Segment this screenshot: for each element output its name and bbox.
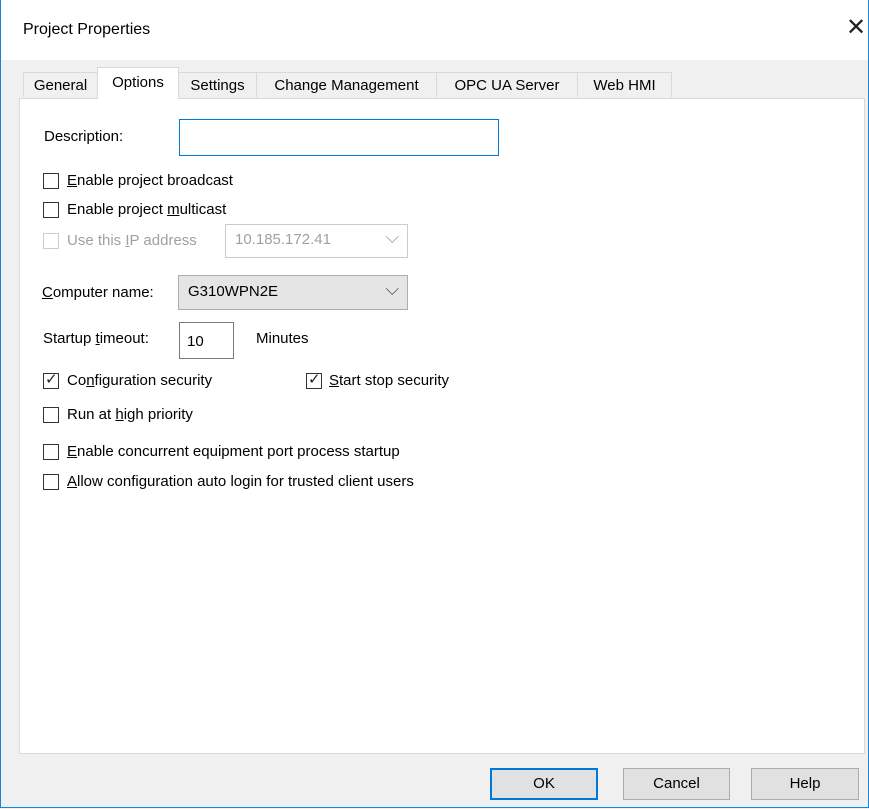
startup-timeout-value: 10 — [187, 333, 204, 350]
label-accelerator: S — [329, 372, 340, 389]
configuration-security-label[interactable]: Configuration security — [67, 372, 212, 389]
start-stop-security-label[interactable]: Start stop security — [329, 372, 449, 389]
label-part: nable project broadcast — [77, 172, 233, 189]
ip-address-dropdown[interactable]: 10.185.172.41 ⌵ — [225, 224, 408, 258]
label-part: tart stop security — [339, 372, 450, 389]
check-icon: ✓ — [45, 371, 58, 388]
label-accelerator: h — [115, 406, 124, 423]
use-ip-checkbox[interactable] — [43, 233, 59, 249]
startup-timeout-input[interactable]: 10 — [179, 322, 234, 359]
label-accelerator: n — [86, 372, 95, 389]
computer-name-value: G310WPN2E — [188, 283, 279, 300]
label-accelerator: E — [67, 172, 78, 189]
enable-broadcast-checkbox[interactable] — [43, 173, 59, 189]
label-part: Startup — [43, 330, 96, 347]
computer-name-label: Computer name: — [42, 284, 154, 301]
description-label: Description: — [44, 128, 124, 145]
label-accelerator: A — [67, 473, 78, 490]
label-part: Enable project — [67, 201, 168, 218]
start-stop-security-checkbox[interactable]: ✓ — [306, 371, 322, 389]
label-part: P address — [129, 232, 197, 249]
concurrent-startup-checkbox[interactable] — [43, 444, 59, 460]
label-part: Co — [67, 372, 87, 389]
auto-login-label[interactable]: Allow configuration auto login for trust… — [67, 473, 414, 490]
auto-login-checkbox[interactable] — [43, 474, 59, 490]
label-part: Use this — [67, 232, 126, 249]
description-input[interactable] — [179, 119, 499, 156]
label-part: ulticast — [179, 201, 227, 218]
label-part: Run at — [67, 406, 116, 423]
high-priority-label[interactable]: Run at high priority — [67, 406, 193, 423]
startup-timeout-label: Startup timeout: — [43, 330, 149, 347]
ip-address-value: 10.185.172.41 — [235, 231, 331, 248]
check-icon: ✓ — [308, 371, 321, 388]
label-part: imeout: — [99, 330, 149, 347]
enable-multicast-checkbox[interactable] — [43, 202, 59, 218]
label-part: omputer name: — [52, 284, 154, 301]
options-content: Description: Enable project broadcast En… — [0, 0, 869, 809]
high-priority-checkbox[interactable] — [43, 407, 59, 423]
chevron-down-icon: ⌵ — [385, 227, 399, 247]
label-accelerator: m — [167, 201, 180, 218]
computer-name-dropdown[interactable]: G310WPN2E ⌵ — [178, 275, 408, 310]
label-accelerator: C — [42, 284, 53, 301]
label-part: llow configuration auto login for truste… — [77, 473, 414, 490]
chevron-down-icon: ⌵ — [385, 279, 399, 299]
label-part: nable concurrent equipment port process … — [77, 443, 400, 460]
use-ip-label[interactable]: Use this IP address — [67, 232, 197, 249]
label-part: igh priority — [123, 406, 193, 423]
minutes-unit-label: Minutes — [256, 330, 309, 347]
label-accelerator: E — [67, 443, 78, 460]
concurrent-startup-label[interactable]: Enable concurrent equipment port process… — [67, 443, 400, 460]
enable-multicast-label[interactable]: Enable project multicast — [67, 201, 226, 218]
enable-broadcast-label[interactable]: Enable project broadcast — [67, 172, 233, 189]
configuration-security-checkbox[interactable]: ✓ — [43, 371, 59, 389]
label-part: figuration security — [94, 372, 213, 389]
